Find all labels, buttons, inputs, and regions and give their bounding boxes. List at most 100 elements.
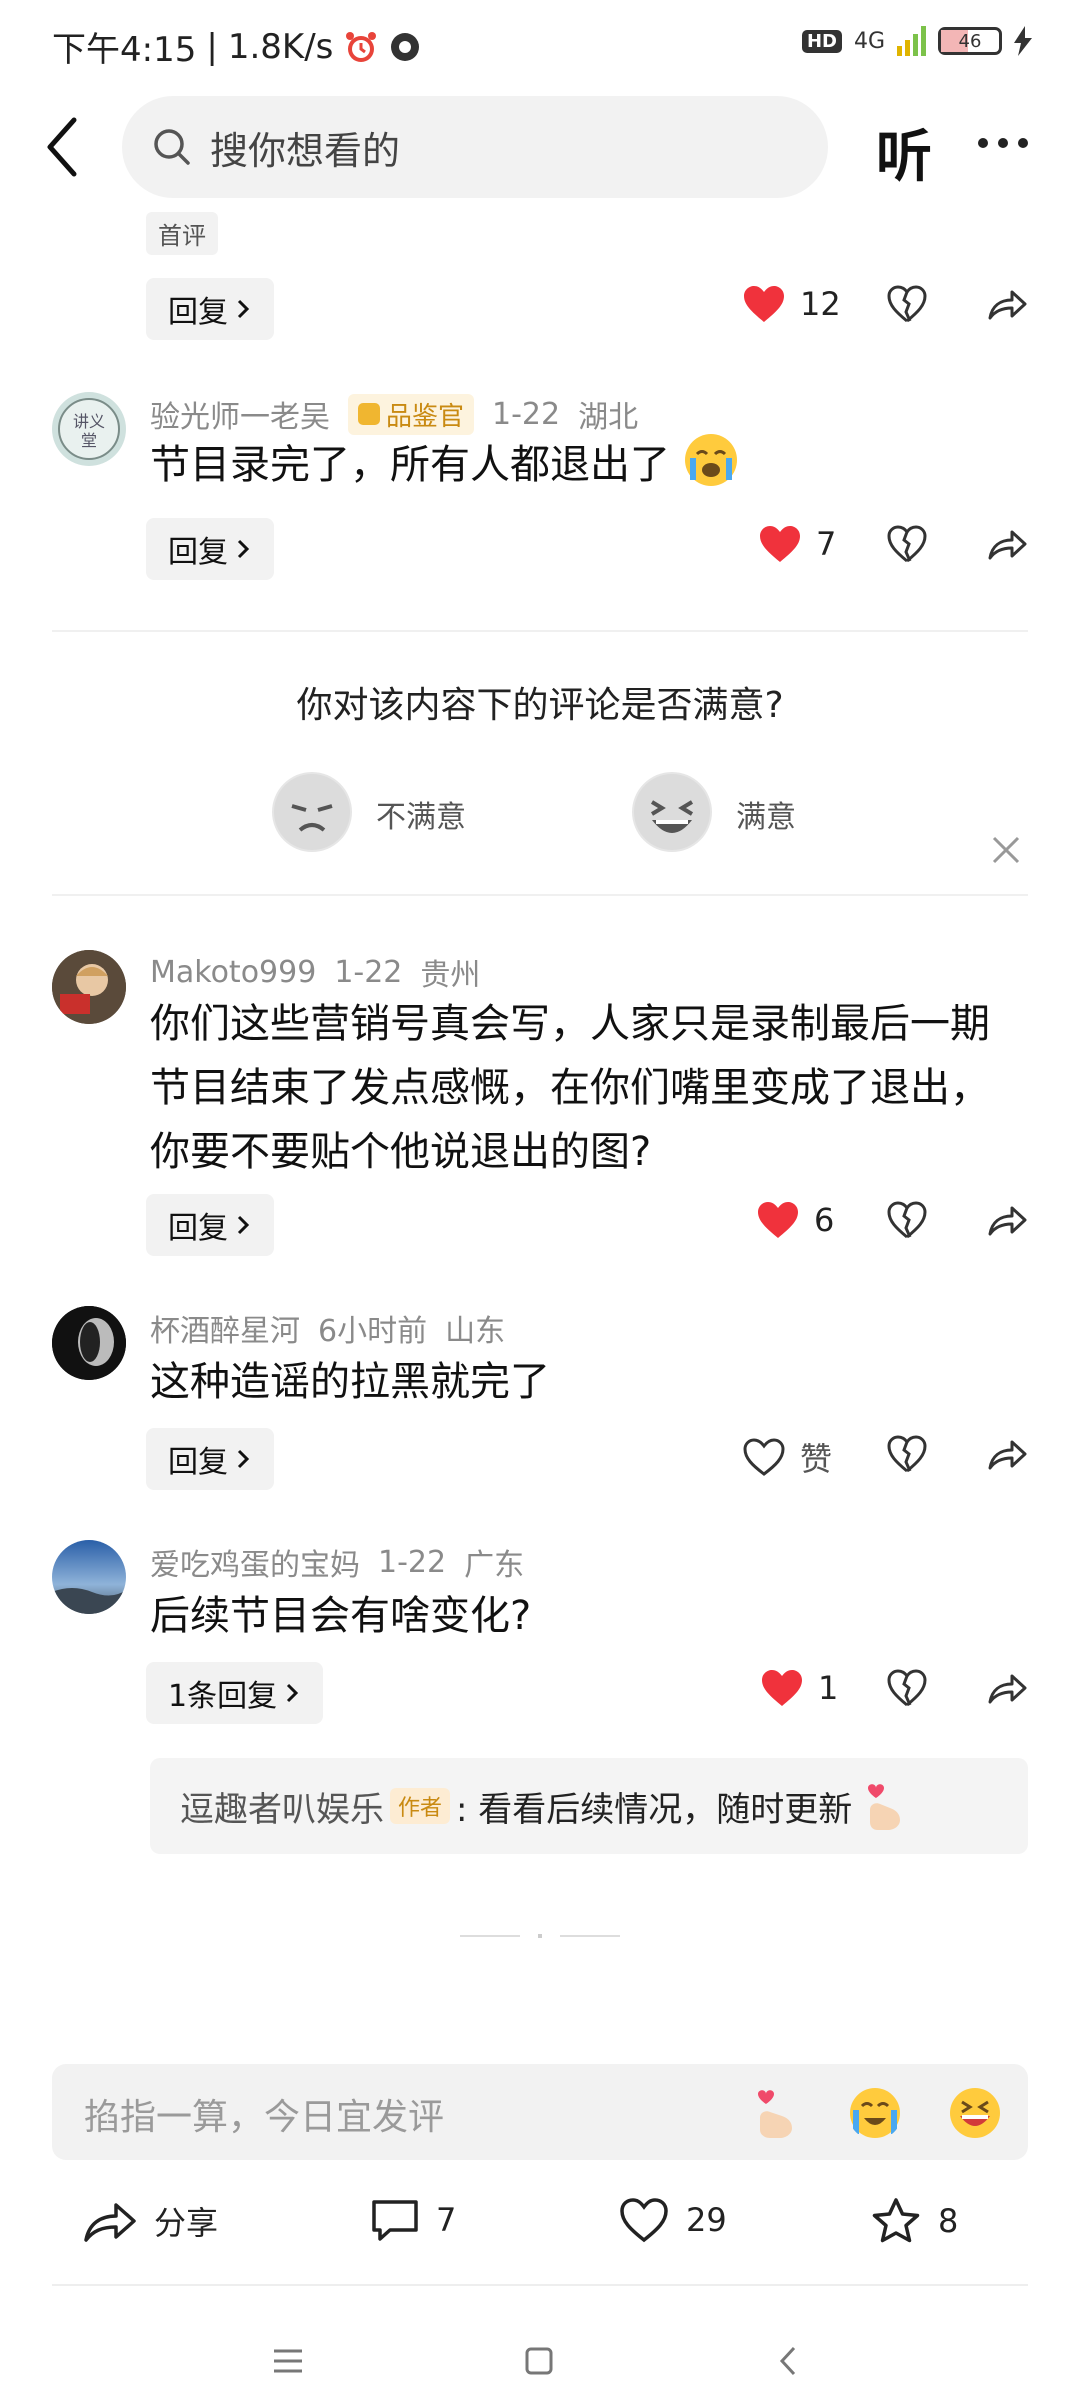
comment-text: 后续节目会有啥变化?	[150, 1593, 532, 1639]
search-icon	[154, 129, 190, 165]
heart-filled-icon	[762, 1670, 802, 1706]
heart-outline-icon	[743, 1438, 785, 1476]
heart-filled-icon	[760, 526, 800, 562]
reply-button[interactable]: 回复	[146, 1194, 274, 1256]
back-arrow-icon[interactable]	[40, 112, 90, 182]
more-options-button[interactable]	[978, 138, 1028, 148]
badge-icon	[358, 403, 380, 425]
listen-button[interactable]: 听	[876, 112, 932, 193]
favorite-count: 8	[938, 2202, 959, 2240]
like-button[interactable]: 7	[758, 524, 836, 564]
like-count: 赞	[800, 1440, 833, 1478]
status-right: HD 4G 46	[801, 26, 1032, 56]
author-reply-text: : 看看后续情况，随时更新	[456, 1789, 853, 1830]
search-placeholder: 搜你想看的	[210, 128, 401, 173]
like-count: 6	[814, 1201, 835, 1239]
comment-date: 6小时前	[318, 1314, 428, 1349]
divider	[52, 2284, 1028, 2286]
status-left: 下午4:15 | 1.8K/s	[52, 22, 421, 71]
comment-location: 广东	[464, 1548, 525, 1583]
search-bar[interactable]: 搜你想看的	[122, 96, 828, 198]
comment-input-placeholder: 掐指一算，今日宜发评	[84, 2097, 445, 2138]
heart-filled-icon	[744, 286, 784, 322]
star-outline-icon	[872, 2198, 920, 2243]
comment-count-action[interactable]: 7	[370, 2196, 456, 2244]
like-button[interactable]: 赞	[742, 1434, 832, 1480]
comment-meta: 验光师一老吴 品鉴官 1-22 湖北	[150, 392, 638, 436]
comment-location: 湖北	[578, 400, 639, 435]
comment-meta: 爱吃鸡蛋的宝妈 1-22 广东	[150, 1540, 524, 1584]
favorite-action[interactable]: 8	[870, 2196, 958, 2246]
author-reply[interactable]: 逗趣者叭娱乐 作者 : 看看后续情况，随时更新	[150, 1758, 1028, 1854]
grinning-emoji-button[interactable]	[948, 2086, 1002, 2140]
like-action[interactable]: 29	[618, 2196, 727, 2244]
reply-label: 1条回复	[168, 1679, 278, 1714]
reply-label: 回复	[168, 1211, 228, 1246]
comment-text-content: 节目录完了，所有人都退出了	[150, 442, 670, 488]
user-badge: 品鉴官	[348, 393, 475, 435]
close-icon[interactable]	[990, 834, 1022, 866]
reply-button[interactable]: 回复	[146, 278, 274, 340]
battery-level: 46	[958, 30, 982, 52]
chevron-right-icon	[287, 1683, 299, 1703]
username[interactable]: 爱吃鸡蛋的宝妈	[150, 1540, 360, 1584]
home-icon[interactable]	[524, 2346, 554, 2376]
share-icon[interactable]	[986, 1434, 1028, 1474]
comment-date: 1-22	[334, 954, 403, 990]
comment-meta: Makoto999 1-22 贵州	[150, 950, 480, 994]
reply-button[interactable]: 回复	[146, 1428, 274, 1490]
share-icon[interactable]	[986, 524, 1028, 564]
crying-laugh-emoji-button[interactable]	[848, 2086, 902, 2140]
reply-button[interactable]: 回复	[146, 518, 274, 580]
share-icon[interactable]	[986, 1668, 1028, 1708]
finger-heart-emoji-button[interactable]	[748, 2086, 802, 2140]
username[interactable]: 验光师一老吴	[150, 392, 330, 436]
reply-label: 回复	[168, 535, 228, 570]
heart-filled-icon	[758, 1202, 798, 1238]
reply-label: 回复	[168, 1445, 228, 1480]
comment-text: 节目录完了，所有人都退出了	[150, 432, 1010, 497]
avatar[interactable]: 讲义堂	[52, 392, 126, 466]
author-tag: 作者	[390, 1788, 451, 1824]
menu-icon[interactable]	[272, 2348, 304, 2374]
username[interactable]: Makoto999	[150, 955, 316, 990]
first-comment-tag: 首评	[146, 212, 218, 255]
like-count: 1	[818, 1669, 839, 1707]
avatar[interactable]	[52, 950, 126, 1024]
comment-location: 山东	[445, 1314, 506, 1349]
comment-text: 你们这些营销号真会写，人家只是录制最后一期节目结束了发点感慨，在你们嘴里变成了退…	[150, 1001, 990, 1175]
broken-heart-icon[interactable]	[886, 524, 928, 564]
hd-icon: HD	[801, 29, 842, 53]
avatar[interactable]	[52, 1306, 126, 1380]
share-icon[interactable]	[986, 1200, 1028, 1240]
broken-heart-icon[interactable]	[886, 1434, 928, 1474]
finger-heart-emoji-icon	[868, 1784, 901, 1830]
network-type: 4G	[853, 28, 885, 54]
share-icon[interactable]	[986, 284, 1028, 324]
comment-input[interactable]: 掐指一算，今日宜发评	[52, 2064, 1028, 2160]
like-button[interactable]: 1	[760, 1668, 838, 1708]
divider	[52, 630, 1028, 632]
system-nav-bar	[0, 2320, 1080, 2400]
crying-face-emoji-icon	[684, 434, 737, 486]
author-name[interactable]: 逗趣者叭娱乐	[180, 1782, 384, 1831]
comment-location: 贵州	[420, 958, 481, 993]
divider	[52, 894, 1028, 896]
like-button[interactable]: 6	[756, 1200, 834, 1240]
charging-icon	[1014, 26, 1032, 56]
satisfied-face-icon[interactable]	[632, 772, 712, 852]
view-replies-button[interactable]: 1条回复	[146, 1662, 324, 1724]
unsatisfied-label[interactable]: 不满意	[376, 792, 466, 836]
avatar[interactable]	[52, 1540, 126, 1614]
back-icon[interactable]	[776, 2344, 800, 2378]
username[interactable]: 杯酒醉星河	[150, 1306, 300, 1350]
share-action[interactable]: 分享	[82, 2196, 218, 2246]
broken-heart-icon[interactable]	[886, 1668, 928, 1708]
broken-heart-icon[interactable]	[886, 284, 928, 324]
satisfied-label[interactable]: 满意	[736, 792, 796, 836]
share-icon	[84, 2203, 136, 2242]
signal-icon	[897, 26, 926, 56]
unsatisfied-face-icon[interactable]	[272, 772, 352, 852]
broken-heart-icon[interactable]	[886, 1200, 928, 1240]
like-button[interactable]: 12	[742, 284, 841, 324]
